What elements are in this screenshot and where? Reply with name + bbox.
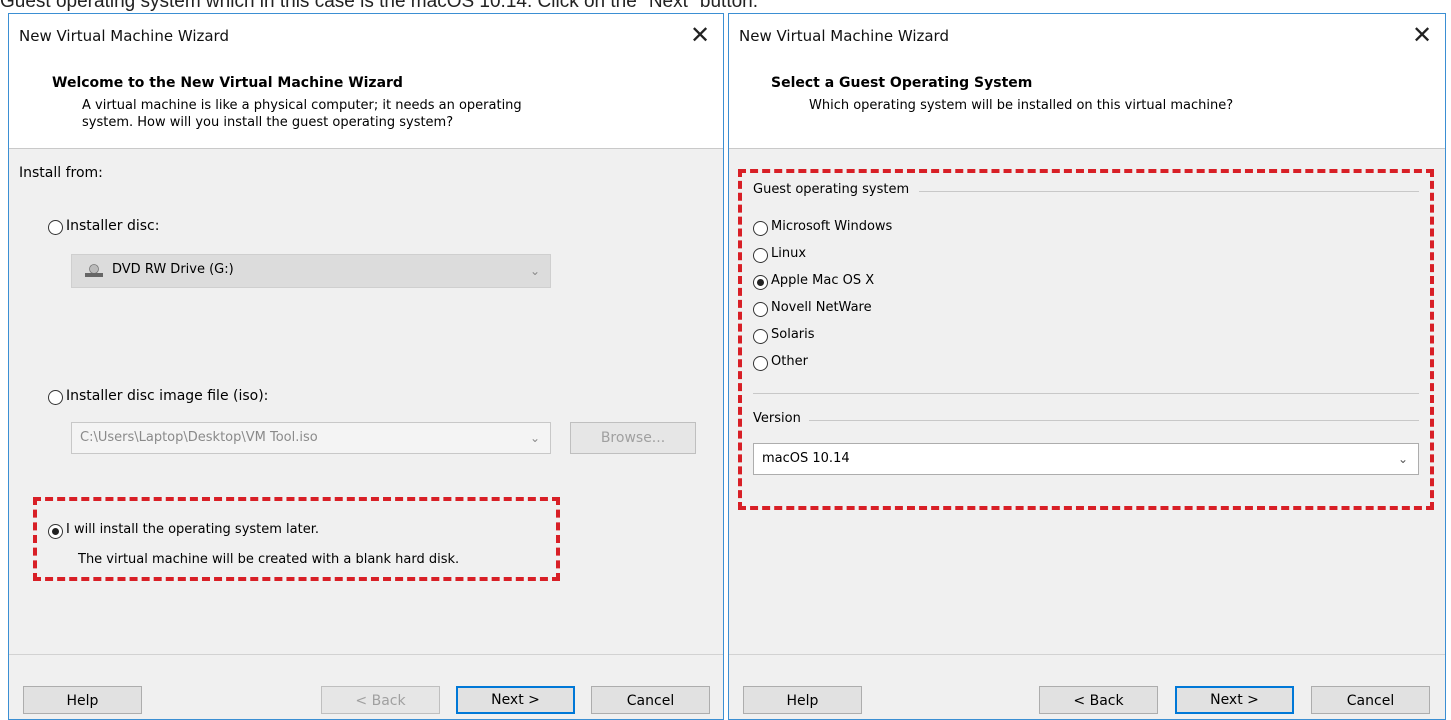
- highlight-box-install-later: [33, 497, 560, 581]
- dvd-drive-icon: [84, 263, 104, 277]
- help-button[interactable]: Help: [743, 686, 862, 714]
- browse-button[interactable]: Browse...: [570, 422, 696, 454]
- title-bar: New Virtual Machine Wizard ✕: [729, 14, 1445, 62]
- wizard-header: Welcome to the New Virtual Machine Wizar…: [9, 62, 723, 149]
- chevron-down-icon: ⌄: [529, 431, 540, 445]
- os-radio-other[interactable]: [753, 356, 768, 371]
- header-title: Select a Guest Operating System: [771, 75, 1033, 91]
- os-radio-apple-mac-os-x[interactable]: [753, 275, 768, 290]
- os-label-other[interactable]: Other: [771, 354, 808, 369]
- wizard-footer: Help < Back Next > Cancel: [729, 654, 1445, 719]
- header-title: Welcome to the New Virtual Machine Wizar…: [52, 75, 403, 91]
- chevron-down-icon: ⌄: [1397, 452, 1408, 466]
- os-radio-microsoft-windows[interactable]: [753, 221, 768, 236]
- group-divider: [919, 191, 1419, 192]
- iso-path-combo[interactable]: C:\Users\Laptop\Desktop\VM Tool.iso ⌄: [71, 422, 551, 454]
- chevron-down-icon: ⌄: [529, 264, 540, 278]
- wizard-body: Guest operating system Microsoft Windows…: [729, 149, 1445, 655]
- os-radio-novell-netware[interactable]: [753, 302, 768, 317]
- version-label: Version: [753, 411, 801, 426]
- os-label-microsoft-windows[interactable]: Microsoft Windows: [771, 219, 892, 234]
- version-value: macOS 10.14: [762, 451, 850, 466]
- dvd-drive-select[interactable]: DVD RW Drive (G:) ⌄: [71, 254, 551, 288]
- new-vm-wizard-welcome-dialog: New Virtual Machine Wizard ✕ Welcome to …: [8, 13, 724, 720]
- wizard-body: Install from: Installer disc: DVD RW Dri…: [9, 149, 723, 655]
- header-description-line-2: system. How will you install the guest o…: [82, 115, 454, 130]
- os-radio-solaris[interactable]: [753, 329, 768, 344]
- guest-os-group-label: Guest operating system: [753, 182, 910, 197]
- wizard-header: Select a Guest Operating System Which op…: [729, 62, 1445, 149]
- install-later-radio[interactable]: [48, 524, 63, 539]
- back-button[interactable]: < Back: [1039, 686, 1158, 714]
- new-vm-wizard-guest-os-dialog: New Virtual Machine Wizard ✕ Select a Gu…: [728, 13, 1446, 720]
- back-button[interactable]: < Back: [321, 686, 440, 714]
- next-button[interactable]: Next >: [1175, 686, 1294, 714]
- install-later-label[interactable]: I will install the operating system late…: [66, 522, 319, 537]
- header-description: Which operating system will be installed…: [809, 98, 1234, 113]
- wizard-footer: Help < Back Next > Cancel: [9, 654, 723, 719]
- help-button[interactable]: Help: [23, 686, 142, 714]
- install-from-label: Install from:: [19, 165, 103, 181]
- cancel-button[interactable]: Cancel: [1311, 686, 1430, 714]
- group-divider: [753, 393, 1419, 394]
- dvd-drive-value: DVD RW Drive (G:): [112, 262, 234, 277]
- os-radio-linux[interactable]: [753, 248, 768, 263]
- os-label-novell-netware[interactable]: Novell NetWare: [771, 300, 872, 315]
- window-title: New Virtual Machine Wizard: [739, 27, 949, 45]
- next-button[interactable]: Next >: [456, 686, 575, 714]
- installer-disc-radio[interactable]: [48, 220, 63, 235]
- window-title: New Virtual Machine Wizard: [19, 27, 229, 45]
- installer-disc-label[interactable]: Installer disc:: [66, 218, 159, 234]
- title-bar: New Virtual Machine Wizard ✕: [9, 14, 723, 62]
- header-description-line-1: A virtual machine is like a physical com…: [82, 98, 522, 113]
- close-icon[interactable]: ✕: [685, 20, 715, 50]
- os-label-solaris[interactable]: Solaris: [771, 327, 815, 342]
- version-select[interactable]: macOS 10.14 ⌄: [753, 443, 1419, 475]
- os-label-apple-mac-os-x[interactable]: Apple Mac OS X: [771, 273, 874, 288]
- iso-image-radio[interactable]: [48, 390, 63, 405]
- close-icon[interactable]: ✕: [1407, 20, 1437, 50]
- cancel-button[interactable]: Cancel: [591, 686, 710, 714]
- group-divider: [809, 420, 1419, 421]
- iso-path-value: C:\Users\Laptop\Desktop\VM Tool.iso: [80, 430, 318, 445]
- iso-image-label[interactable]: Installer disc image file (iso):: [66, 388, 268, 404]
- install-later-description: The virtual machine will be created with…: [78, 552, 460, 567]
- os-label-linux[interactable]: Linux: [771, 246, 806, 261]
- tutorial-caption: Guest operating system which in this cas…: [0, 0, 759, 12]
